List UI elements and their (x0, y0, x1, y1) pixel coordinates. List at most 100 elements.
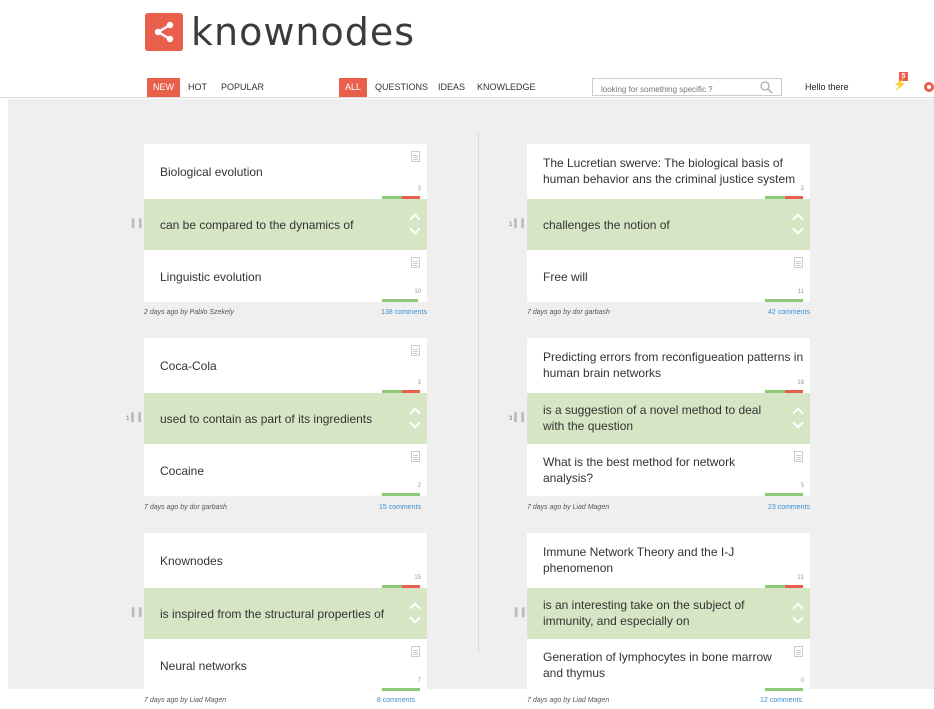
document-icon[interactable] (411, 451, 420, 462)
vote-arrows[interactable] (792, 213, 804, 237)
comments-link[interactable]: 12 comments (760, 695, 802, 707)
comments-link[interactable]: 138 comments (381, 307, 427, 319)
filter-questions[interactable]: QUESTIONS (369, 78, 434, 97)
node-title[interactable]: The Lucretian swerve: The biological bas… (543, 155, 803, 187)
drag-handle[interactable]: ▍▍ (132, 608, 146, 617)
rating-bar-green (765, 688, 803, 691)
node-card-to[interactable]: Generation of lymphocytes in bone marrow… (527, 639, 810, 691)
downvote-icon[interactable] (792, 417, 804, 429)
node-count: 21 (797, 575, 804, 581)
comments-link[interactable]: 8 comments (377, 695, 415, 707)
tab-new[interactable]: NEW (147, 78, 180, 97)
connection-link[interactable]: is inspired from the structural properti… (144, 588, 427, 639)
gear-icon[interactable] (924, 82, 934, 92)
node-title[interactable]: Cocaine (160, 463, 204, 479)
node-card-from[interactable]: Predicting errors from reconfigueation p… (527, 338, 810, 393)
author-info: 7 days ago by Liad Magen (527, 697, 610, 704)
link-title[interactable]: can be compared to the dynamics of (160, 217, 353, 233)
filter-ideas[interactable]: IDEAS (432, 78, 471, 97)
drag-handle[interactable]: 1▍▍ (126, 413, 146, 422)
drag-handle[interactable]: 3▍▍ (509, 413, 529, 422)
share-icon (145, 13, 183, 51)
card-meta: 7 days ago by Liad Magen 8 comments (144, 695, 427, 707)
downvote-icon[interactable] (409, 223, 421, 235)
downvote-icon[interactable] (792, 612, 804, 624)
node-card-from[interactable]: Knownodes 15 (144, 533, 427, 588)
node-count: 15 (414, 575, 421, 581)
link-title[interactable]: is a suggestion of a novel method to dea… (543, 402, 783, 434)
search-icon[interactable] (760, 81, 773, 94)
connection-link[interactable]: is a suggestion of a novel method to dea… (527, 393, 810, 444)
node-title[interactable]: Predicting errors from reconfigueation p… (543, 349, 813, 381)
node-title[interactable]: Neural networks (160, 658, 247, 674)
logo[interactable]: knownodes (145, 12, 415, 52)
link-title[interactable]: is inspired from the structural properti… (160, 606, 384, 622)
user-greeting[interactable]: Hello there (805, 78, 849, 97)
card-meta: 7 days ago by dor garbash 15 comments (144, 502, 427, 514)
node-title[interactable]: Coca-Cola (160, 358, 217, 374)
tab-hot[interactable]: HOT (182, 78, 213, 97)
vote-arrows[interactable] (409, 213, 421, 237)
vote-arrows[interactable] (792, 602, 804, 626)
link-title[interactable]: challenges the notion of (543, 217, 670, 233)
author-info: 7 days ago by Liad Magen (527, 504, 610, 511)
node-title[interactable]: Knownodes (160, 553, 223, 569)
node-title[interactable]: Immune Network Theory and the I-J phenom… (543, 544, 773, 576)
node-card-to[interactable]: Cocaine 2 (144, 444, 427, 496)
drag-handle[interactable]: ▍▍ (132, 219, 146, 228)
node-card-to[interactable]: What is the best method for network anal… (527, 444, 810, 496)
rating-bar-green (765, 299, 803, 302)
document-icon[interactable] (411, 151, 420, 162)
node-title[interactable]: Generation of lymphocytes in bone marrow… (543, 649, 783, 681)
document-icon[interactable] (794, 646, 803, 657)
node-title[interactable]: Biological evolution (160, 164, 263, 180)
downvote-icon[interactable] (792, 223, 804, 235)
comments-link[interactable]: 42 comments (768, 307, 810, 319)
comments-link[interactable]: 23 comments (768, 502, 810, 514)
downvote-icon[interactable] (409, 612, 421, 624)
drag-handle[interactable]: 1▍▍ (509, 219, 529, 228)
connection-link[interactable]: used to contain as part of its ingredien… (144, 393, 427, 444)
document-icon[interactable] (411, 257, 420, 268)
connection-link[interactable]: challenges the notion of (527, 199, 810, 250)
document-icon[interactable] (794, 451, 803, 462)
node-card-from[interactable]: Biological evolution 3 (144, 144, 427, 199)
vote-arrows[interactable] (792, 407, 804, 431)
node-card-to[interactable]: Linguistic evolution 10 (144, 250, 427, 302)
node-card-from[interactable]: The Lucretian swerve: The biological bas… (527, 144, 810, 199)
rating-bar-green (382, 493, 420, 496)
drag-handle[interactable]: ▍▍ (515, 608, 529, 617)
filter-knowledge[interactable]: KNOWLEDGE (471, 78, 542, 97)
connection-link[interactable]: can be compared to the dynamics of (144, 199, 427, 250)
vote-arrows[interactable] (409, 407, 421, 431)
node-title[interactable]: What is the best method for network anal… (543, 454, 773, 486)
downvote-icon[interactable] (409, 417, 421, 429)
tab-popular[interactable]: POPULAR (215, 78, 270, 97)
node-title[interactable]: Free will (543, 269, 588, 285)
comments-link[interactable]: 15 comments (379, 502, 421, 514)
node-count: 2 (417, 483, 421, 489)
document-icon[interactable] (411, 646, 420, 657)
bolt-icon: ⚡ (893, 79, 907, 91)
logo-text: knownodes (191, 10, 416, 54)
card-meta: 7 days ago by dor garbash 42 comments (527, 307, 810, 319)
node-count: 3 (417, 380, 421, 386)
vote-arrows[interactable] (409, 602, 421, 626)
document-icon[interactable] (411, 345, 420, 356)
author-info: 7 days ago by Liad Magen (144, 697, 227, 704)
link-title[interactable]: used to contain as part of its ingredien… (160, 411, 372, 427)
navbar: NEW HOT POPULAR ALL QUESTIONS IDEAS KNOW… (0, 72, 934, 98)
node-title[interactable]: Linguistic evolution (160, 269, 261, 285)
card-meta: 7 days ago by Liad Magen 23 comments (527, 502, 810, 514)
document-icon[interactable] (794, 257, 803, 268)
link-title[interactable]: is an interesting take on the subject of… (543, 597, 783, 629)
search-input[interactable] (593, 81, 753, 98)
node-card-from[interactable]: Immune Network Theory and the I-J phenom… (527, 533, 810, 588)
author-info: 7 days ago by dor garbash (527, 309, 610, 316)
filter-all[interactable]: ALL (339, 78, 368, 97)
node-card-to[interactable]: Free will 11 (527, 250, 810, 302)
connection-link[interactable]: is an interesting take on the subject of… (527, 588, 810, 639)
node-card-to[interactable]: Neural networks 7 (144, 639, 427, 691)
node-card-from[interactable]: Coca-Cola 3 (144, 338, 427, 393)
notifications[interactable]: 5 ⚡ (893, 72, 913, 94)
